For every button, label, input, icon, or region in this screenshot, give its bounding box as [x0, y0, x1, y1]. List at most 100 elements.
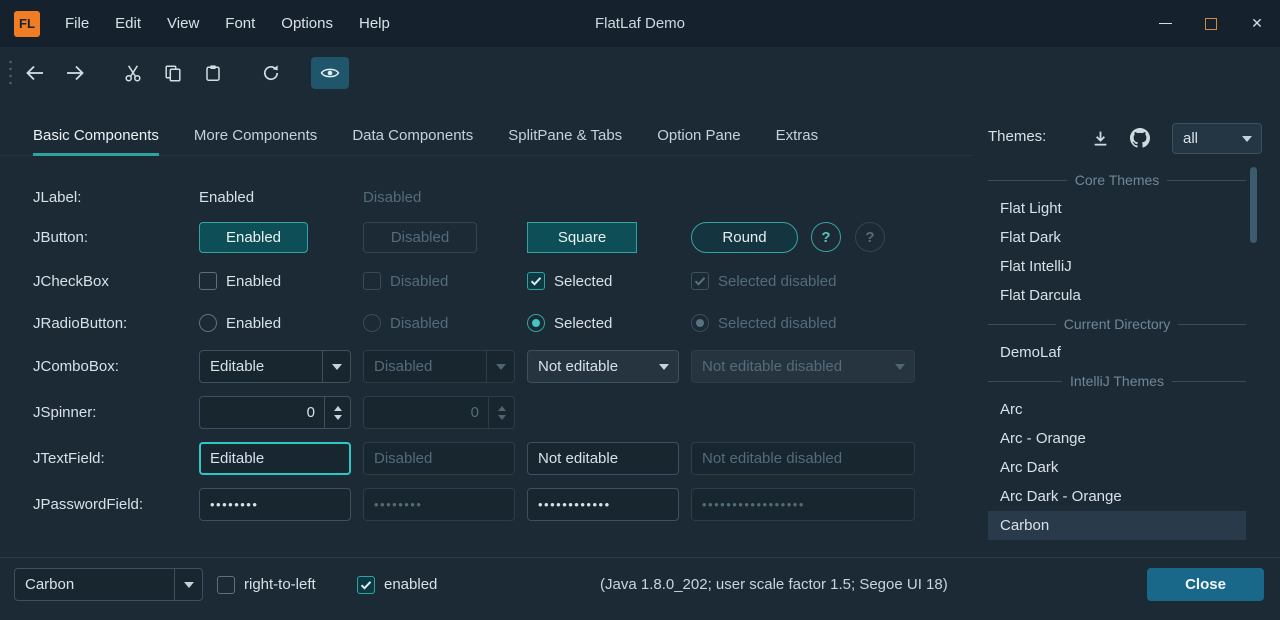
row-label-jspinner: JSpinner: [33, 396, 96, 429]
theme-item-arc-dark[interactable]: Arc Dark [988, 453, 1246, 482]
checkbox-enabled[interactable]: Enabled [199, 272, 281, 290]
radio-disabled-label: Disabled [390, 315, 448, 332]
combobox-editable[interactable]: Editable [199, 350, 351, 383]
checkbox-enabled-label: Enabled [226, 273, 281, 290]
combobox-not-editable-value: Not editable [528, 358, 650, 375]
paste-button[interactable] [195, 57, 231, 89]
spinner-enabled[interactable]: 0 [199, 396, 351, 429]
minimize-button[interactable] [1142, 0, 1188, 47]
theme-filter-combobox[interactable]: all [1172, 123, 1262, 154]
theme-item-arc-orange[interactable]: Arc - Orange [988, 424, 1246, 453]
title-bar: FL File Edit View Font Options Help Flat… [0, 0, 1280, 47]
themes-header-label: Themes: [988, 118, 1046, 156]
theme-item-arc-dark-orange[interactable]: Arc Dark - Orange [988, 482, 1246, 511]
theme-item-demolaf[interactable]: DemoLaf [988, 338, 1246, 367]
textfield-not-editable[interactable]: Not editable [527, 442, 679, 475]
menu-help[interactable]: Help [346, 0, 403, 47]
cut-scissors-icon [124, 64, 142, 82]
enabled-checkbox[interactable]: enabled [357, 568, 437, 601]
textfield-not-editable-value: Not editable [538, 450, 618, 467]
checkbox-selected-disabled-label: Selected disabled [718, 273, 836, 290]
cut-button[interactable] [115, 57, 151, 89]
github-button[interactable] [1124, 124, 1156, 152]
jcombobox-row: JComboBox: Editable Disabled Not editabl… [0, 350, 972, 383]
show-toggle-button[interactable] [311, 57, 349, 89]
combobox-not-editable[interactable]: Not editable [527, 350, 679, 383]
download-theme-button[interactable] [1084, 124, 1116, 152]
radio-selected-label: Selected [554, 315, 612, 332]
theme-item-arc[interactable]: Arc [988, 395, 1246, 424]
theme-item-flat-darcula[interactable]: Flat Darcula [988, 281, 1246, 310]
theme-item-flat-intellij[interactable]: Flat IntelliJ [988, 252, 1246, 281]
textfield-not-editable-disabled-value: Not editable disabled [702, 450, 842, 467]
passwordfield-not-editable[interactable]: •••••••••••• [527, 488, 679, 521]
statusbar-theme-combobox[interactable]: Carbon [14, 568, 203, 601]
chevron-down-icon[interactable] [174, 569, 202, 600]
toolbar-grip-handle[interactable] [8, 59, 13, 87]
radio-circle-icon [199, 314, 217, 332]
window-controls: ✕ [1142, 0, 1280, 47]
jbutton-enabled[interactable]: Enabled [199, 222, 308, 253]
grip-dots-icon [8, 59, 13, 87]
textfield-editable[interactable]: Editable [199, 442, 351, 475]
radio-circle-icon [363, 314, 381, 332]
close-button[interactable]: Close [1147, 568, 1264, 601]
combobox-not-editable-disabled: Not editable disabled [691, 350, 915, 383]
maximize-button[interactable] [1188, 0, 1234, 47]
github-icon [1130, 128, 1150, 148]
theme-filter-value: all [1173, 130, 1233, 147]
tab-option-pane[interactable]: Option Pane [657, 118, 740, 156]
theme-item-carbon[interactable]: Carbon [988, 511, 1246, 540]
chevron-down-icon[interactable] [334, 415, 342, 420]
tab-basic-components[interactable]: Basic Components [33, 118, 159, 156]
tab-data-components[interactable]: Data Components [352, 118, 473, 156]
tab-more-components[interactable]: More Components [194, 118, 317, 156]
menu-options[interactable]: Options [268, 0, 346, 47]
jbutton-help[interactable]: ? [811, 222, 841, 252]
row-label-jcombobox: JComboBox: [33, 350, 119, 383]
jbutton-square[interactable]: Square [527, 222, 637, 253]
back-button[interactable] [17, 57, 53, 89]
menu-edit[interactable]: Edit [102, 0, 154, 47]
combobox-editable-value: Editable [200, 358, 322, 375]
copy-icon [164, 64, 182, 82]
chevron-down-icon [1233, 124, 1261, 153]
row-label-jpasswordfield: JPasswordField: [33, 488, 143, 521]
radio-enabled-label: Enabled [226, 315, 281, 332]
menu-bar: File Edit View Font Options Help [52, 0, 403, 47]
enabled-checkbox-label: enabled [384, 576, 437, 593]
chevron-down-icon[interactable] [650, 351, 678, 382]
radio-enabled[interactable]: Enabled [199, 314, 281, 332]
tab-splitpane-tabs[interactable]: SplitPane & Tabs [508, 118, 622, 156]
jpasswordfield-row: JPasswordField: •••••••• •••••••• ••••••… [0, 488, 972, 521]
theme-list-scrollbar[interactable] [1250, 167, 1257, 539]
checkbox-selected[interactable]: Selected [527, 272, 612, 290]
radio-selected-icon [527, 314, 545, 332]
scrollbar-thumb[interactable] [1250, 167, 1257, 243]
tab-extras[interactable]: Extras [776, 118, 819, 156]
passwordfield-disabled: •••••••• [363, 488, 515, 521]
jbutton-round[interactable]: Round [691, 222, 798, 253]
eye-icon [320, 66, 340, 80]
spinner-arrows[interactable] [324, 397, 350, 428]
theme-item-flat-dark[interactable]: Flat Dark [988, 223, 1246, 252]
close-window-button[interactable]: ✕ [1234, 0, 1280, 47]
rtl-checkbox[interactable]: right-to-left [217, 568, 316, 601]
refresh-button[interactable] [253, 57, 289, 89]
spinner-value: 0 [200, 404, 324, 421]
radio-selected[interactable]: Selected [527, 314, 612, 332]
forward-button[interactable] [57, 57, 93, 89]
close-icon: ✕ [1251, 15, 1263, 32]
chevron-down-icon[interactable] [322, 351, 350, 382]
toolbar [0, 47, 1280, 99]
menu-file[interactable]: File [52, 0, 102, 47]
passwordfield-enabled[interactable]: •••••••• [199, 488, 351, 521]
menu-font[interactable]: Font [212, 0, 268, 47]
theme-item-flat-light[interactable]: Flat Light [988, 194, 1246, 223]
menu-view[interactable]: View [154, 0, 212, 47]
chevron-up-icon[interactable] [334, 406, 342, 411]
chevron-down-icon [486, 351, 514, 382]
jbutton-row: JButton: Enabled Disabled Square Round ?… [0, 222, 972, 253]
copy-button[interactable] [155, 57, 191, 89]
checkbox-box-icon [363, 272, 381, 290]
